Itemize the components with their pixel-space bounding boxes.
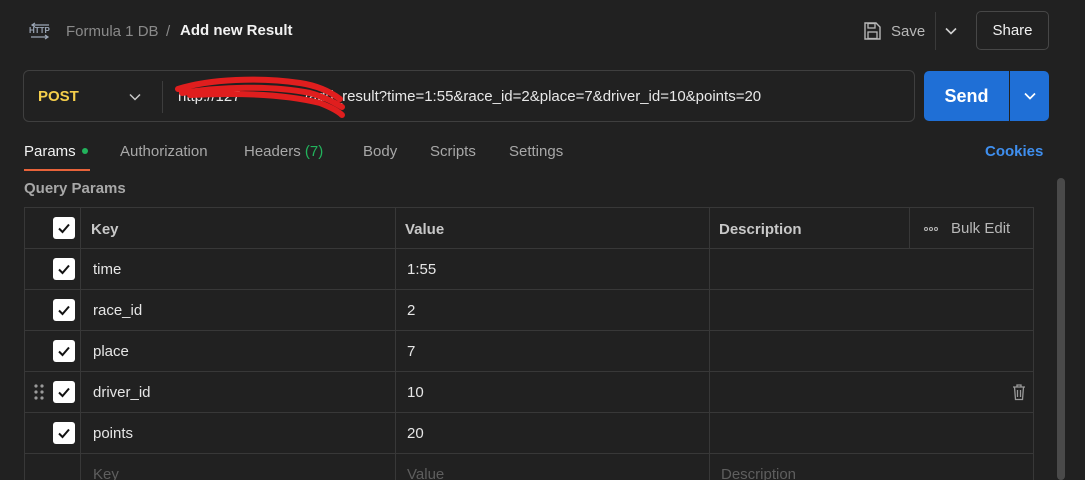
table-row[interactable]: place 7 [25, 331, 1033, 372]
tab-params-label: Params [24, 143, 76, 160]
checkmark-icon [58, 346, 70, 357]
url-path: /add_result?time=1:55&race_id=2&place=7&… [304, 88, 762, 105]
save-divider [935, 12, 936, 50]
row-checkbox[interactable] [53, 299, 75, 321]
chevron-down-icon[interactable] [128, 90, 142, 104]
redaction-scribble [175, 76, 345, 118]
row-checkbox[interactable] [53, 381, 75, 403]
param-value-cell[interactable]: 20 [407, 425, 424, 442]
bulk-edit-button[interactable]: Bulk Edit [923, 220, 1010, 237]
svg-text:HTTP: HTTP [29, 26, 51, 35]
column-divider [709, 454, 710, 480]
http-icon: HTTP [29, 22, 51, 40]
column-divider [80, 331, 81, 371]
breadcrumb-separator: / [166, 23, 171, 40]
column-divider [395, 290, 396, 330]
query-params-table: Key Value Description Bulk Edit time 1:5… [24, 207, 1034, 480]
checkmark-icon [58, 428, 70, 439]
breadcrumb-collection[interactable]: Formula 1 DB [66, 23, 159, 40]
send-options-button[interactable] [1010, 71, 1049, 121]
chevron-down-icon[interactable] [944, 24, 958, 38]
param-key-cell[interactable]: points [93, 425, 133, 442]
tab-settings[interactable]: Settings [509, 143, 563, 160]
table-row[interactable]: driver_id 10 [25, 372, 1033, 413]
column-divider [395, 249, 396, 289]
save-label: Save [891, 22, 926, 40]
tab-body[interactable]: Body [363, 143, 397, 160]
checkmark-icon [58, 387, 70, 398]
checkmark-icon [58, 305, 70, 316]
new-value-input[interactable]: Value [407, 466, 444, 480]
column-divider [80, 290, 81, 330]
column-divider [709, 249, 710, 289]
save-icon [864, 22, 881, 40]
tab-params[interactable]: Params [24, 143, 88, 160]
param-key-cell[interactable]: place [93, 343, 129, 360]
column-value: Value [405, 221, 445, 238]
headers-count-badge: (7) [304, 143, 324, 160]
column-key: Key [91, 221, 119, 238]
vertical-scrollbar[interactable] [1057, 178, 1065, 480]
section-title: Query Params [24, 180, 126, 197]
new-key-input[interactable]: Key [93, 466, 119, 480]
column-divider [80, 372, 81, 412]
column-divider [709, 208, 710, 248]
table-header-row: Key Value Description Bulk Edit [25, 208, 1033, 249]
select-all-checkbox[interactable] [53, 217, 75, 239]
table-row[interactable]: points 20 [25, 413, 1033, 454]
bulk-edit-label: Bulk Edit [951, 220, 1011, 237]
request-header: HTTP Formula 1 DB / Add new Result Save … [0, 0, 1085, 62]
column-divider [80, 249, 81, 289]
column-divider [709, 290, 710, 330]
param-key-cell[interactable]: driver_id [93, 384, 151, 401]
trash-icon[interactable] [1011, 383, 1027, 401]
send-button[interactable]: Send [924, 71, 1009, 121]
param-value-cell[interactable]: 2 [407, 302, 415, 319]
column-divider [395, 372, 396, 412]
drag-handle-icon[interactable] [33, 383, 45, 401]
checkmark-icon [58, 223, 70, 234]
column-divider [709, 372, 710, 412]
column-divider [395, 208, 396, 248]
cookies-link[interactable]: Cookies [985, 143, 1043, 160]
request-url-bar: POST http://127/add_result?time=1:55&rac… [23, 70, 915, 122]
column-divider [709, 331, 710, 371]
param-value-cell[interactable]: 1:55 [407, 261, 436, 278]
table-row[interactable]: race_id 2 [25, 290, 1033, 331]
checkmark-icon [58, 264, 70, 275]
column-divider [395, 413, 396, 453]
tab-scripts[interactable]: Scripts [430, 143, 476, 160]
new-param-row[interactable]: Key Value Description [25, 454, 1033, 480]
request-title[interactable]: Add new Result [180, 22, 293, 39]
tab-headers[interactable]: Headers (7) [244, 143, 323, 160]
method-divider [162, 81, 163, 113]
table-row[interactable]: time 1:55 [25, 249, 1033, 290]
chevron-down-icon [1023, 92, 1036, 100]
tab-headers-label: Headers [244, 143, 301, 160]
params-active-dot [81, 148, 88, 155]
column-divider [709, 413, 710, 453]
column-divider [395, 331, 396, 371]
more-icon [924, 226, 938, 231]
column-divider [80, 208, 81, 248]
param-value-cell[interactable]: 10 [407, 384, 424, 401]
row-checkbox[interactable] [53, 340, 75, 362]
column-divider [80, 454, 81, 480]
column-description: Description [719, 221, 802, 238]
column-divider [80, 413, 81, 453]
save-button[interactable]: Save [862, 18, 925, 44]
active-tab-indicator [24, 169, 90, 171]
row-checkbox[interactable] [53, 258, 75, 280]
param-key-cell[interactable]: time [93, 261, 121, 278]
column-divider [395, 454, 396, 480]
param-value-cell[interactable]: 7 [407, 343, 415, 360]
new-description-input[interactable]: Description [721, 466, 796, 480]
param-key-cell[interactable]: race_id [93, 302, 142, 319]
share-button[interactable]: Share [976, 11, 1049, 50]
column-divider [909, 208, 910, 248]
tab-authorization[interactable]: Authorization [120, 143, 208, 160]
method-select[interactable]: POST [38, 88, 79, 105]
row-checkbox[interactable] [53, 422, 75, 444]
